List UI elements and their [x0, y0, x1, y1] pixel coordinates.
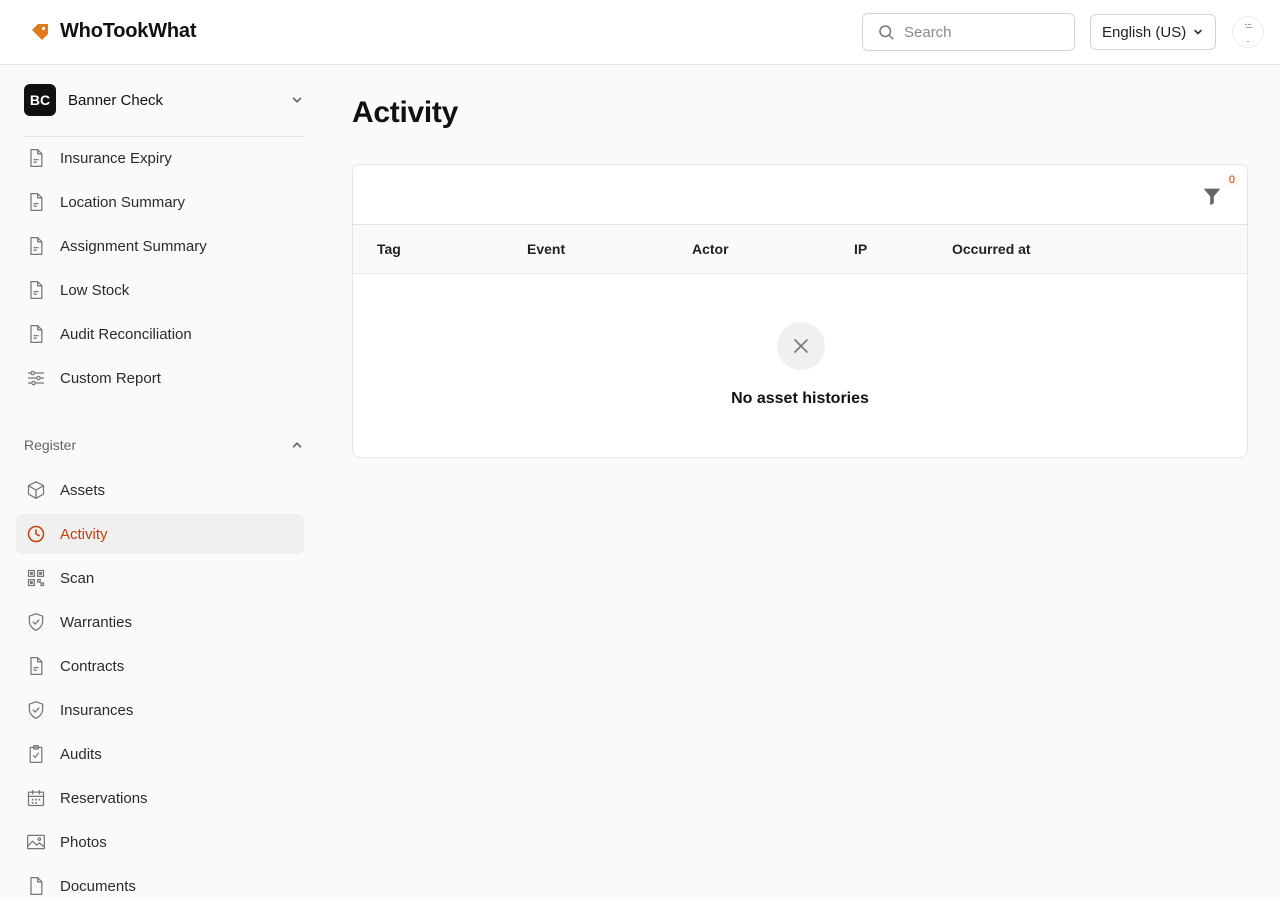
x-circle-icon: [777, 322, 825, 370]
empty-state: No asset histories: [353, 274, 1247, 457]
sidebar: BC Banner Check Insurance Expiry Locatio…: [0, 65, 320, 900]
section-register-toggle[interactable]: Register: [24, 433, 304, 457]
sidebar-item-label: Contracts: [60, 657, 125, 675]
section-title: Register: [24, 437, 77, 453]
file-icon: [26, 876, 46, 896]
user-avatar[interactable]: [1232, 16, 1264, 48]
column-header-occurred-at[interactable]: Occurred at: [952, 241, 1031, 257]
sidebar-item-assets[interactable]: Assets: [16, 470, 304, 510]
sidebar-item-documents[interactable]: Documents: [16, 866, 304, 900]
table-toolbar: 0: [353, 165, 1247, 225]
sidebar-item-label: Assignment Summary: [60, 237, 207, 255]
sidebar-item-insurance-expiry[interactable]: Insurance Expiry: [16, 138, 304, 178]
clipboard-check-icon: [26, 744, 46, 764]
document-icon: [26, 148, 46, 168]
sidebar-item-contracts[interactable]: Contracts: [16, 646, 304, 686]
box-icon: [26, 480, 46, 500]
sidebar-item-activity[interactable]: Activity: [16, 514, 304, 554]
sidebar-item-warranties[interactable]: Warranties: [16, 602, 304, 642]
sidebar-item-label: Audits: [60, 745, 102, 763]
sidebar-item-audit-reconciliation[interactable]: Audit Reconciliation: [16, 314, 304, 354]
shield-check-icon: [26, 700, 46, 720]
sidebar-item-photos[interactable]: Photos: [16, 822, 304, 862]
sidebar-item-label: Insurances: [60, 701, 134, 719]
filter-icon: [1203, 188, 1221, 206]
sidebar-item-assignment-summary[interactable]: Assignment Summary: [16, 226, 304, 266]
sliders-icon: [26, 368, 46, 388]
org-avatar: BC: [24, 84, 56, 116]
search-input[interactable]: [904, 23, 1054, 41]
sidebar-item-label: Assets: [60, 481, 106, 499]
language-select[interactable]: English (US): [1090, 14, 1216, 50]
avatar-icon: [1245, 24, 1252, 42]
app-name: WhoTookWhat: [60, 20, 197, 42]
qr-icon: [26, 568, 46, 588]
language-value: English (US): [1102, 23, 1187, 41]
sidebar-item-label: Insurance Expiry: [60, 149, 172, 167]
top-bar: WhoTookWhat English (US): [0, 0, 1280, 65]
sidebar-item-insurances[interactable]: Insurances: [16, 690, 304, 730]
document-icon: [26, 656, 46, 676]
sidebar-item-label: Photos: [60, 833, 107, 851]
sidebar-item-low-stock[interactable]: Low Stock: [16, 270, 304, 310]
org-switcher[interactable]: BC Banner Check: [24, 84, 304, 116]
sidebar-item-label: Activity: [60, 525, 108, 543]
sidebar-item-audits[interactable]: Audits: [16, 734, 304, 774]
filter-button[interactable]: [1201, 185, 1223, 207]
sidebar-item-label: Warranties: [60, 613, 132, 631]
search-box[interactable]: [862, 13, 1075, 51]
column-header-actor[interactable]: Actor: [692, 241, 729, 257]
sidebar-item-label: Audit Reconciliation: [60, 325, 192, 343]
sidebar-item-location-summary[interactable]: Location Summary: [16, 182, 304, 222]
table-header: Tag Event Actor IP Occurred at: [353, 225, 1247, 274]
sidebar-item-label: Location Summary: [60, 193, 186, 211]
brand[interactable]: WhoTookWhat: [30, 20, 196, 43]
chevron-up-icon: [292, 442, 302, 448]
chevron-down-icon: [292, 97, 302, 103]
page-title: Activity: [352, 96, 458, 129]
document-icon: [26, 324, 46, 344]
document-icon: [26, 236, 46, 256]
sidebar-item-label: Custom Report: [60, 369, 161, 387]
column-header-tag[interactable]: Tag: [377, 241, 401, 257]
search-icon: [879, 25, 894, 40]
org-name: Banner Check: [68, 91, 164, 109]
column-header-ip[interactable]: IP: [854, 241, 867, 257]
sidebar-item-label: Low Stock: [60, 281, 130, 299]
sidebar-item-label: Reservations: [60, 789, 148, 807]
calendar-icon: [26, 788, 46, 808]
document-icon: [26, 192, 46, 212]
document-icon: [26, 280, 46, 300]
image-icon: [26, 832, 46, 852]
empty-state-message: No asset histories: [731, 390, 869, 407]
sidebar-item-custom-report[interactable]: Custom Report: [16, 358, 304, 398]
sidebar-item-label: Documents: [60, 877, 136, 895]
sidebar-item-reservations[interactable]: Reservations: [16, 778, 304, 818]
activity-table-card: 0 Tag Event Actor IP Occurred at No asse…: [352, 164, 1248, 458]
column-header-event[interactable]: Event: [527, 241, 565, 257]
divider: [24, 136, 304, 137]
chevron-down-icon: [1194, 29, 1202, 35]
shield-check-icon: [26, 612, 46, 632]
sidebar-item-label: Scan: [60, 569, 95, 587]
sidebar-item-scan[interactable]: Scan: [16, 558, 304, 598]
filter-count-badge: 0: [1224, 173, 1239, 187]
tag-logo-icon: [32, 23, 48, 40]
clock-icon: [26, 524, 46, 544]
